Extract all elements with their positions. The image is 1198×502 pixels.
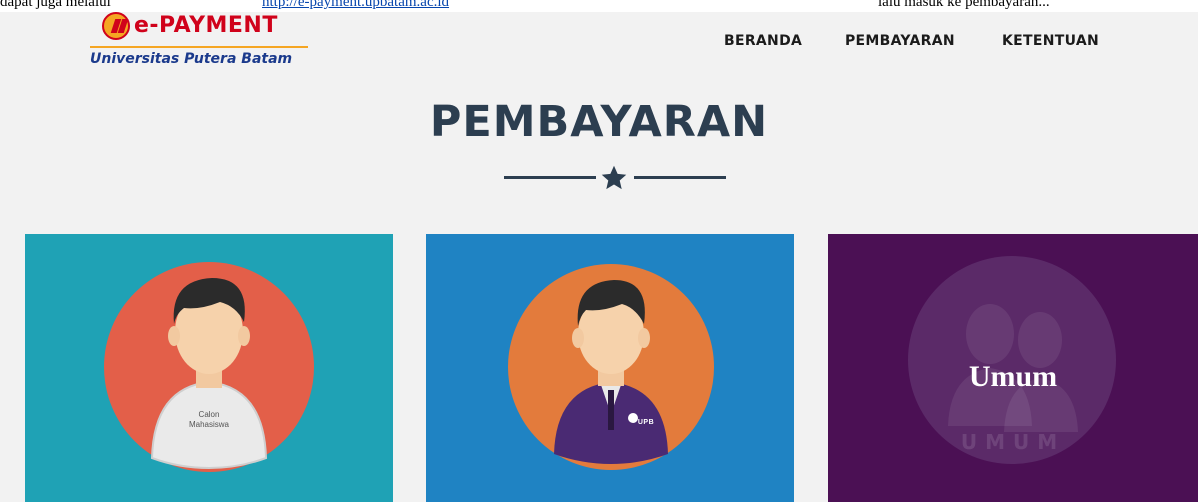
uniform-badge: UPB: [637, 419, 655, 426]
card-mahasiswa[interactable]: UPB: [426, 234, 794, 502]
top-nav: BERANDA PEMBAYARAN KETENTUAN: [0, 32, 1198, 52]
divider-left: [504, 176, 596, 179]
section-title: PEMBAYARAN: [429, 97, 769, 147]
caption-suffix: lalu masuk ke pembayaran...: [878, 0, 1050, 10]
card-calon-mahasiswa[interactable]: Calon Mahasiswa: [25, 234, 393, 502]
card-tag-line1: Calon: [198, 410, 220, 419]
card-umum[interactable]: Umum UMUM: [828, 234, 1198, 502]
student-avatar-icon: [150, 278, 268, 470]
brand-subtitle: Universitas Putera Batam: [90, 51, 293, 67]
nav-pembayaran[interactable]: PEMBAYARAN: [845, 32, 955, 50]
card-tag-line2: Mahasiswa: [188, 420, 229, 429]
card-label: Umum: [968, 360, 1058, 393]
nav-beranda[interactable]: BERANDA: [724, 32, 802, 50]
caption-text: dapat juga melalui http://e-payment.upba…: [0, 0, 1198, 12]
student-uniform-avatar-icon: [554, 280, 668, 464]
card-watermark: UMUM: [960, 430, 1066, 454]
divider-right: [634, 176, 726, 179]
caption-prefix: dapat juga melalui: [0, 0, 111, 10]
caption-link[interactable]: http://e-payment.upbatam.ac.id: [262, 0, 449, 10]
payment-page: e-PAYMENT Universitas Putera Batam BERAN…: [0, 12, 1198, 502]
star-icon: [601, 165, 627, 190]
nav-ketentuan[interactable]: KETENTUAN: [1002, 32, 1099, 50]
